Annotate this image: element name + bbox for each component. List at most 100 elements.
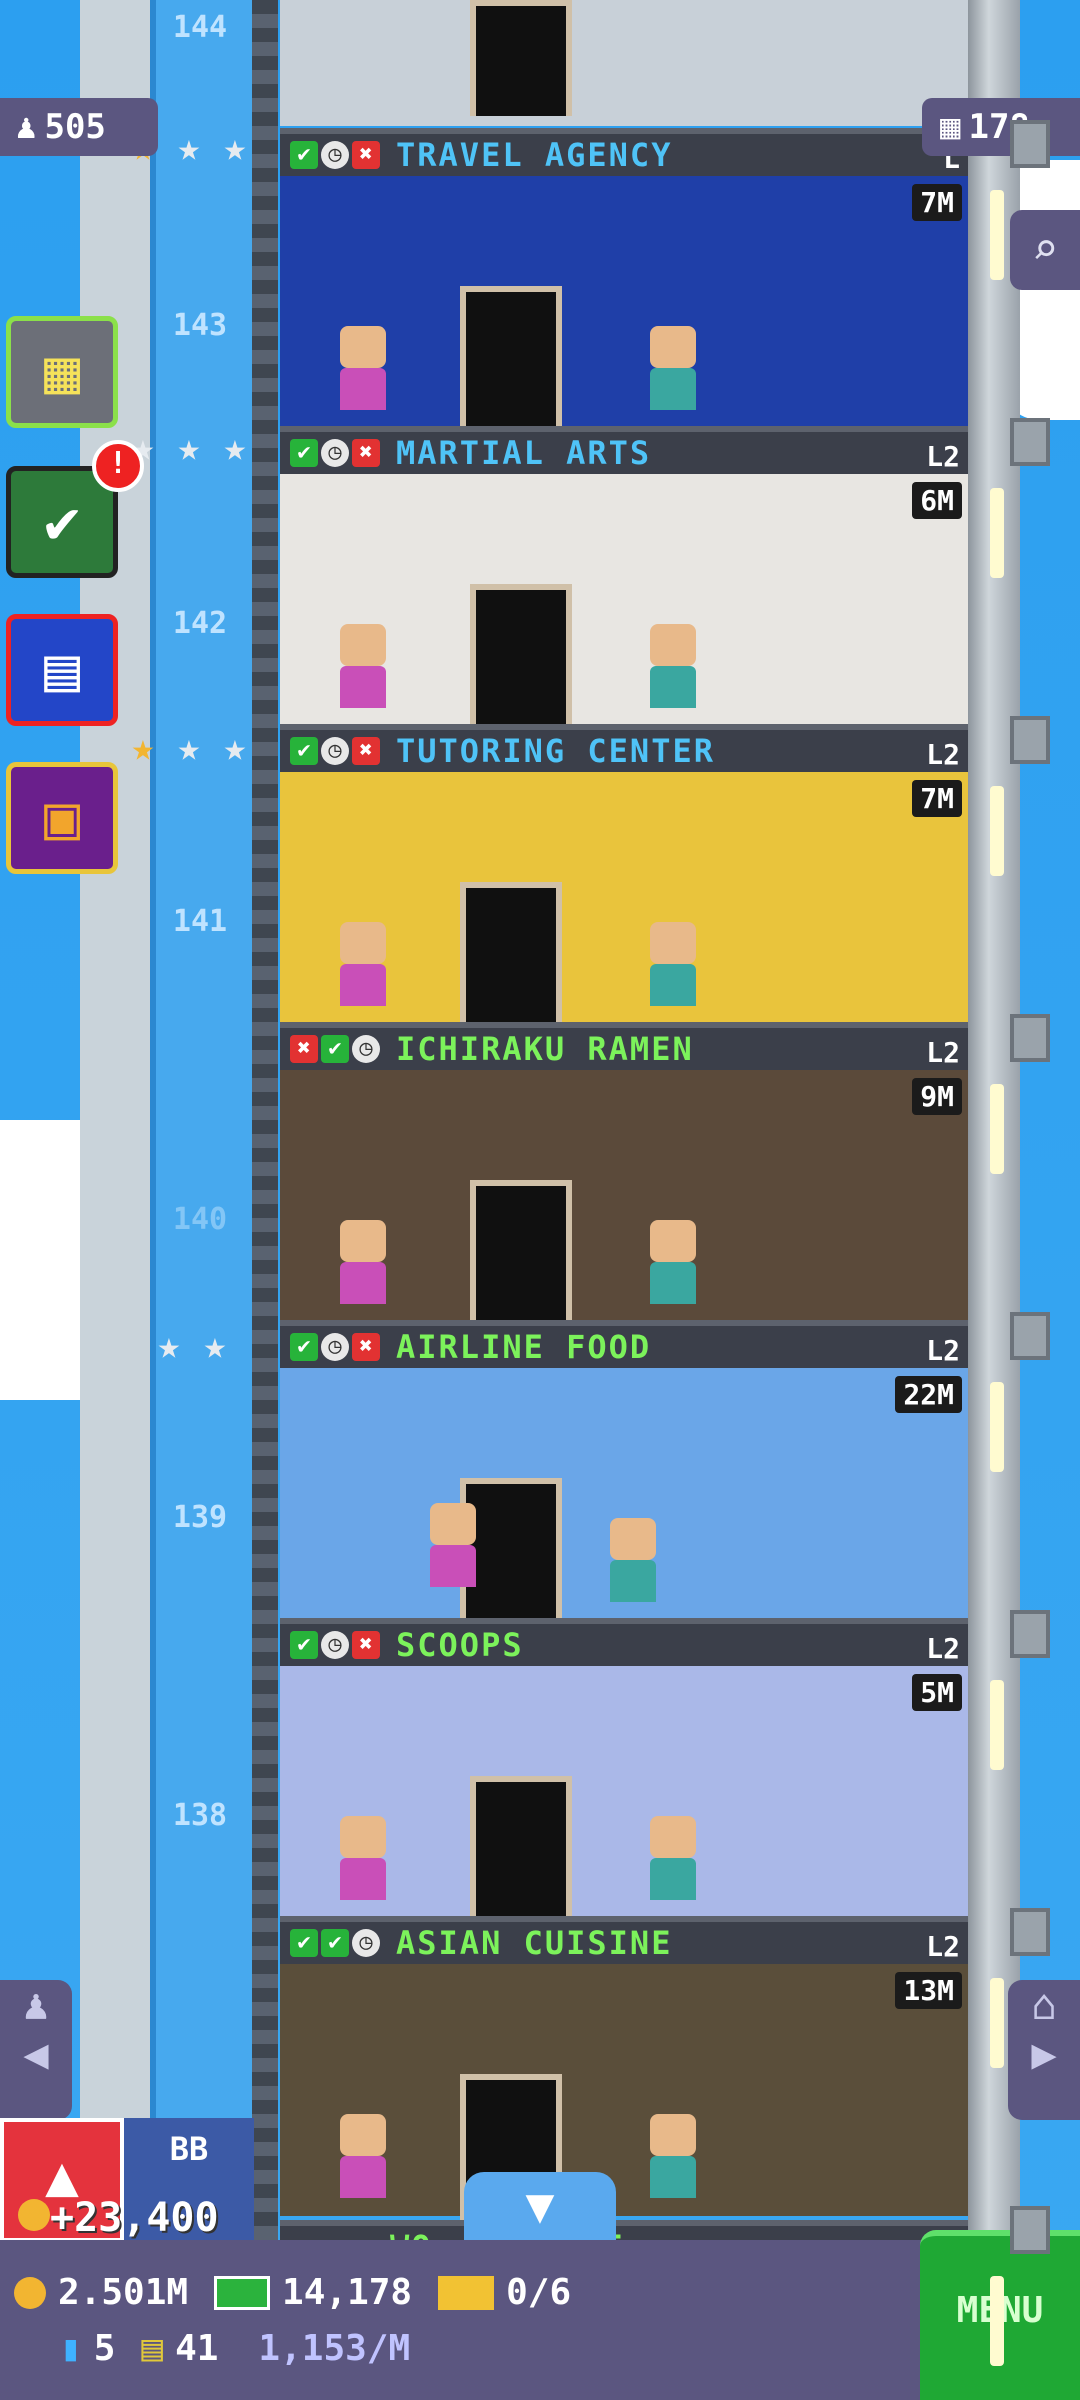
floor-number-139: 139 <box>172 1500 228 1535</box>
floor-header[interactable]: ✔ ◷ ✖ AIRLINE FOOD L2 <box>280 1320 968 1368</box>
building-icon: ▦ <box>940 107 961 147</box>
floor-name: ASIAN CUISINE <box>396 1924 673 1962</box>
wall-light <box>990 786 1004 876</box>
worker[interactable] <box>340 922 386 1006</box>
worker[interactable] <box>340 2114 386 2198</box>
bb-label: BB <box>169 2130 209 2168</box>
worker[interactable] <box>650 1816 696 1900</box>
status-no-icon: ✖ <box>352 1631 380 1659</box>
floor-level: L2 <box>926 1036 960 1069</box>
population-counter[interactable]: ♟ 505 <box>0 98 158 156</box>
floor-room[interactable] <box>280 1964 968 2220</box>
worker[interactable] <box>340 1220 386 1304</box>
floor-header[interactable]: ✔ ◷ ✖ MARTIAL ARTS L2 <box>280 426 968 474</box>
floor: ✔ ◷ ✖ TRAVEL AGENCY L 7M <box>280 128 968 432</box>
star-icon: ★ <box>203 1323 227 1367</box>
floor-number-138: 138 <box>172 1798 228 1833</box>
floor-status-icons: ✖ ✔ ◷ <box>290 1035 380 1063</box>
elevator-count: 5 <box>93 2328 116 2369</box>
wall-ledge <box>1010 1610 1050 1658</box>
ticket-icon <box>438 2275 495 2310</box>
floor-room[interactable] <box>280 474 968 730</box>
floor-level: L2 <box>926 1632 960 1665</box>
star-icon: ★ <box>131 725 155 769</box>
floor: ✔ ◷ ✖ TUTORING CENTER L2 7M <box>280 724 968 1028</box>
star-icon: ★ <box>177 125 201 169</box>
events-button[interactable]: ▤ <box>6 614 118 726</box>
worker[interactable] <box>650 1220 696 1304</box>
floor: ✔ ✔ ◷ ASIAN CUISINE L2 13M <box>280 1916 968 2220</box>
floor-door <box>470 1180 572 1326</box>
floor-door <box>460 286 562 432</box>
nav-left-button[interactable]: ♟ ◀ <box>0 1980 72 2120</box>
status-ok-icon: ✔ <box>290 439 318 467</box>
magnifier-icon: ⌕ <box>1031 224 1059 275</box>
wall-light <box>990 1084 1004 1174</box>
floor: ✖ ✔ ◷ ICHIRAKU RAMEN L2 9M <box>280 1022 968 1326</box>
floor-room[interactable] <box>280 0 968 126</box>
floor-door <box>470 1776 572 1922</box>
floor-room[interactable] <box>280 1666 968 1922</box>
vip-icon: ▤ <box>141 2328 164 2369</box>
wall-light <box>990 1382 1004 1472</box>
coins-value: 2.501M <box>58 2272 189 2313</box>
floor-level: L2 <box>926 1334 960 1367</box>
earning-badge: 6M <box>912 482 962 519</box>
wall-ledge <box>1010 1312 1050 1360</box>
vip-count: 41 <box>175 2328 219 2369</box>
status-ok-icon: ✔ <box>321 1035 349 1063</box>
status-ok-icon: ✔ <box>290 1333 318 1361</box>
floor-header[interactable]: ✔ ◷ ✖ SCOOPS L2 <box>280 1618 968 1666</box>
status-no-icon: ✖ <box>352 439 380 467</box>
income-rate: 1,153/M <box>258 2328 411 2369</box>
build-floor-button[interactable]: ▦ <box>6 316 118 428</box>
wall-ledge <box>1010 120 1050 168</box>
floor-number-140: 140 <box>172 1202 228 1237</box>
worker[interactable] <box>650 326 696 410</box>
floor: ✔ ◷ ✖ MARTIAL ARTS L2 6M <box>280 426 968 730</box>
floor-header[interactable]: ✔ ✔ ◷ ASIAN CUISINE L2 <box>280 1916 968 1964</box>
floor-status-icons: ✔ ✔ ◷ <box>290 1929 380 1957</box>
floors-counter[interactable]: ▦ 178 <box>922 98 1080 156</box>
scroll-down-button[interactable]: ▼ <box>464 2172 616 2240</box>
floor-header[interactable]: ✔ ◷ ✖ TUTORING CENTER L2 <box>280 724 968 772</box>
floor-room[interactable] <box>280 1368 968 1624</box>
floor-status-icons: ✔ ◷ ✖ <box>290 737 380 765</box>
status-row-2: ▮ 5 ▤ 41 1,153/M <box>60 2328 410 2369</box>
floor-name: TRAVEL AGENCY <box>396 136 673 174</box>
tickets-value: 0/6 <box>506 2272 572 2313</box>
worker[interactable] <box>650 624 696 708</box>
arrow-down-icon: ▼ <box>525 2178 555 2234</box>
wall-light <box>990 190 1004 280</box>
building-icon: ▦ <box>43 337 81 407</box>
worker[interactable] <box>340 326 386 410</box>
wall-light <box>990 1680 1004 1770</box>
status-no-icon: ✖ <box>352 141 380 169</box>
floor-room[interactable] <box>280 1070 968 1326</box>
arrow-right-icon: ▶ <box>1031 2029 1057 2078</box>
worker[interactable] <box>650 2114 696 2198</box>
floor-header[interactable]: ✖ ✔ ◷ ICHIRAKU RAMEN L2 <box>280 1022 968 1070</box>
floor-door <box>470 584 572 730</box>
floor-status-icons: ✔ ◷ ✖ <box>290 439 380 467</box>
status-no-icon: ✖ <box>352 1333 380 1361</box>
worker[interactable] <box>610 1518 656 1602</box>
earning-badge: 22M <box>895 1376 962 1413</box>
worker[interactable] <box>430 1503 476 1587</box>
floor-room[interactable] <box>280 176 968 432</box>
floor-level: L2 <box>926 440 960 473</box>
calendar-icon: ▤ <box>43 635 81 705</box>
earning-badge: 13M <box>895 1972 962 2009</box>
worker[interactable] <box>650 922 696 1006</box>
floor-door <box>470 0 572 116</box>
floor-number-143: 143 <box>172 308 228 343</box>
floor-room[interactable] <box>280 772 968 1028</box>
nav-right-button[interactable]: ⌂ ▶ <box>1008 1980 1080 2120</box>
worker[interactable] <box>340 624 386 708</box>
floor-header[interactable]: ✔ ◷ ✖ TRAVEL AGENCY L <box>280 128 968 176</box>
status-bar: 2.501M 14,178 0/6 ▮ 5 ▤ 41 1,153/M <box>0 2240 1080 2400</box>
worker[interactable] <box>340 1816 386 1900</box>
gift-button[interactable]: ▣ <box>6 762 118 874</box>
coin-popup-value: +23,400 <box>50 2195 219 2241</box>
search-button[interactable]: ⌕ <box>1010 210 1080 290</box>
